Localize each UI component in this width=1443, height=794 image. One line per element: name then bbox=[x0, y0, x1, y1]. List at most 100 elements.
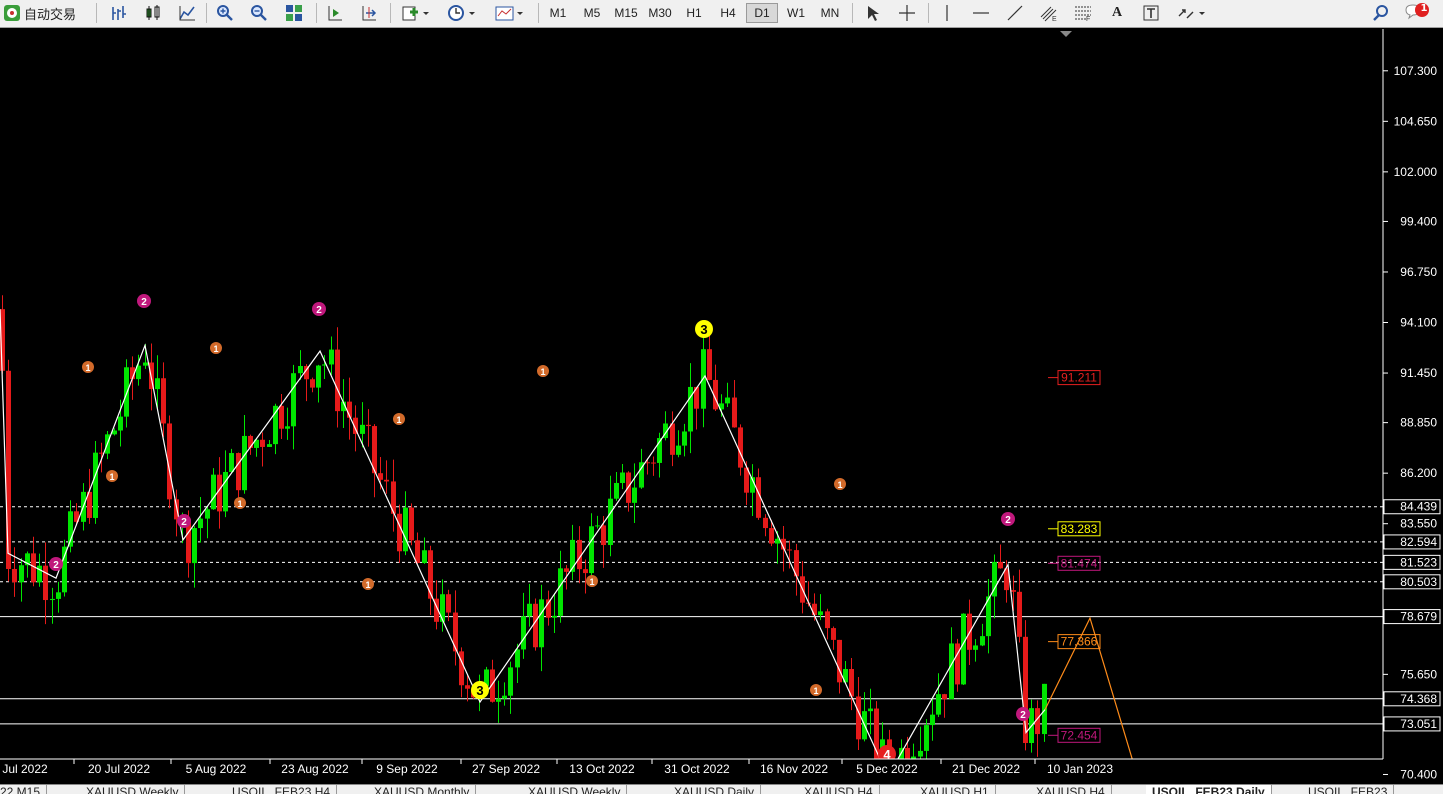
chart-tab[interactable]: USOIL_FEB23,Daily bbox=[1146, 785, 1272, 794]
wave-label-text: 1 bbox=[237, 499, 242, 509]
horizontal-line-icon[interactable] bbox=[968, 2, 994, 24]
candle-bull bbox=[1042, 683, 1047, 735]
notifications-icon[interactable]: 1 bbox=[1404, 2, 1430, 24]
wave-label-text: 2 bbox=[141, 297, 147, 308]
date-tick-label: 27 Sep 2022 bbox=[472, 762, 540, 776]
vertical-line-icon[interactable] bbox=[934, 2, 960, 24]
wave-label-2: 2 bbox=[1001, 512, 1015, 526]
wave-label-2: 2 bbox=[177, 514, 191, 528]
wave-label-2: 2 bbox=[1016, 707, 1030, 721]
candle-bear bbox=[670, 423, 675, 455]
cursor-icon[interactable] bbox=[860, 2, 886, 24]
candle-bear bbox=[415, 540, 420, 564]
periods-dropdown[interactable] bbox=[442, 2, 482, 24]
arrows-dropdown[interactable] bbox=[1172, 2, 1212, 24]
bar-chart-icon[interactable] bbox=[106, 2, 132, 24]
zoom-in-icon[interactable] bbox=[212, 2, 238, 24]
timeframe-m30[interactable]: M30 bbox=[644, 3, 676, 23]
candle-bear bbox=[1011, 590, 1016, 592]
chart-tab[interactable]: XAUUSD,Weekly bbox=[80, 785, 186, 794]
crosshair-icon[interactable] bbox=[894, 2, 920, 24]
fibonacci-icon[interactable]: F bbox=[1070, 2, 1096, 24]
equidistant-channel-icon[interactable]: E bbox=[1036, 2, 1062, 24]
candle-bull bbox=[608, 498, 613, 546]
text-label-icon[interactable] bbox=[1138, 2, 1164, 24]
chart-tab[interactable]: USOIL_FEB23 bbox=[1302, 785, 1395, 794]
svg-text:F: F bbox=[1086, 16, 1090, 22]
candlestick-icon[interactable] bbox=[140, 2, 166, 24]
candle-bull bbox=[329, 349, 334, 365]
timeframe-w1[interactable]: W1 bbox=[780, 3, 812, 23]
timeframe-m5[interactable]: M5 bbox=[576, 3, 608, 23]
chart-tab[interactable]: XAUUSD,H4 bbox=[1030, 785, 1112, 794]
chart-tab[interactable]: XAUUSD,H1 bbox=[914, 785, 996, 794]
candle-bear bbox=[601, 525, 606, 546]
timeframe-h1[interactable]: H1 bbox=[678, 3, 710, 23]
price-tick-label: 75.650 bbox=[1400, 667, 1437, 681]
candle-bull bbox=[229, 453, 234, 472]
price-axis: 107.300 104.650 102.000 99.400 96.750 94.100 9… bbox=[1382, 29, 1443, 785]
chart-tab[interactable]: XAUUSD,Monthly bbox=[368, 785, 477, 794]
candle-bull bbox=[676, 445, 681, 455]
candle-bull bbox=[316, 365, 321, 388]
candle-bear bbox=[384, 479, 389, 482]
candle-bull bbox=[539, 599, 544, 648]
candle-bull bbox=[936, 694, 941, 715]
wave-label-3: 3 bbox=[471, 681, 489, 699]
separator bbox=[206, 3, 207, 23]
chart-levels bbox=[0, 31, 1383, 725]
chart-tab[interactable]: XAUUSD,Weekly bbox=[522, 785, 628, 794]
candle-bull bbox=[595, 525, 600, 527]
timeframe-mn[interactable]: MN bbox=[814, 3, 846, 23]
candle-bull bbox=[198, 518, 203, 529]
candle-bull bbox=[403, 507, 408, 552]
candle-bear bbox=[279, 405, 284, 429]
timeframe-d1[interactable]: D1 bbox=[746, 3, 778, 23]
toolbar: 自动交易 M1 M5 M15 M30 H1 H4 D1 W1 MN E F A … bbox=[0, 0, 1443, 28]
candle-bear bbox=[1017, 591, 1022, 637]
timeframe-h4[interactable]: H4 bbox=[712, 3, 744, 23]
search-icon[interactable] bbox=[1368, 2, 1394, 24]
chart-tab[interactable]: USOIL_FEB23,H4 bbox=[226, 785, 338, 794]
candle-bear bbox=[428, 550, 433, 599]
price-tick-label: 107.300 bbox=[1394, 64, 1438, 78]
auto-trading-button[interactable]: 自动交易 bbox=[4, 2, 88, 24]
wave-label-text: 2 bbox=[53, 560, 59, 571]
target-price-label: 83.283 bbox=[1061, 522, 1098, 536]
candle-bear bbox=[446, 594, 451, 613]
chart-tab[interactable]: XAUUSD,H4 bbox=[798, 785, 880, 794]
trendline-icon[interactable] bbox=[1002, 2, 1028, 24]
chart-shift-icon[interactable] bbox=[322, 2, 348, 24]
price-tick-label: 83.550 bbox=[1400, 517, 1437, 531]
chart-tab[interactable]: 22,M15 bbox=[0, 785, 48, 794]
line-chart-icon[interactable] bbox=[174, 2, 200, 24]
candle-bear bbox=[738, 427, 743, 468]
timeframe-m15[interactable]: M15 bbox=[610, 3, 642, 23]
text-icon[interactable]: A bbox=[1104, 2, 1130, 24]
candle-bull bbox=[552, 615, 557, 618]
autoscroll-icon[interactable] bbox=[356, 2, 382, 24]
separator bbox=[538, 3, 539, 23]
date-tick-label: 31 Oct 2022 bbox=[664, 762, 730, 776]
wave-label-text: 1 bbox=[837, 480, 842, 490]
candle-bull bbox=[918, 750, 923, 757]
date-tick-label: 21 Dec 2022 bbox=[952, 762, 1020, 776]
candle-bear bbox=[260, 439, 265, 447]
price-chart[interactable]: 2222221111111111334 91.21183.28381.47477… bbox=[0, 29, 1443, 785]
zoom-out-icon[interactable] bbox=[246, 2, 272, 24]
wave-label-1: 1 bbox=[362, 578, 374, 590]
wave-label-1: 1 bbox=[537, 365, 549, 377]
level-price-label: 78.679 bbox=[1400, 610, 1437, 624]
chart-tab[interactable]: XAUUSD,Daily bbox=[668, 785, 762, 794]
candle-bull bbox=[949, 643, 954, 700]
date-axis: Jul 2022 20 Jul 2022 5 Aug 2022 23 Aug 2022… bbox=[0, 758, 1383, 785]
candle-bull bbox=[50, 598, 55, 601]
target-price-label: 91.211 bbox=[1061, 371, 1097, 385]
indicators-dropdown[interactable] bbox=[396, 2, 436, 24]
candle-bull bbox=[223, 471, 228, 512]
timeframe-m1[interactable]: M1 bbox=[542, 3, 574, 23]
candle-bear bbox=[651, 462, 656, 464]
tile-windows-icon[interactable] bbox=[281, 2, 307, 24]
templates-dropdown[interactable] bbox=[490, 2, 530, 24]
candle-bull bbox=[62, 546, 67, 593]
